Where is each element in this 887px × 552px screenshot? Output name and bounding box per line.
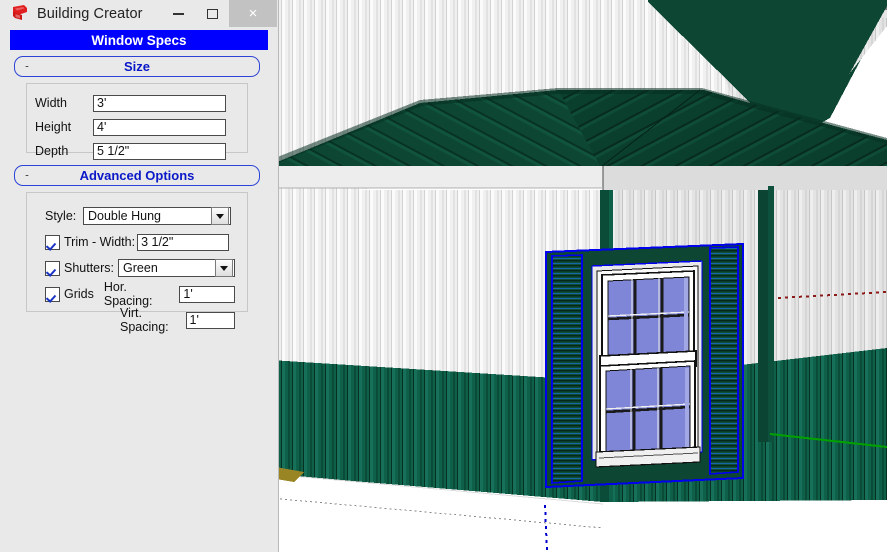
- select-style-value: Double Hung: [88, 209, 161, 223]
- maximize-button[interactable]: [195, 0, 229, 27]
- building-creator-dialog: Building Creator × Window Specs - Size W…: [0, 0, 279, 552]
- size-group: Width 3' Height 4' Depth 5 1/2": [26, 83, 248, 160]
- input-depth[interactable]: 5 1/2": [93, 142, 226, 160]
- select-shutters-value: Green: [123, 261, 158, 275]
- field-row-depth: Depth 5 1/2": [35, 140, 237, 162]
- section-header-advanced[interactable]: - Advanced Options: [14, 165, 260, 186]
- collapse-advanced-button[interactable]: -: [21, 170, 33, 181]
- row-grids-horizontal: Grids Hor. Spacing: 1': [45, 280, 235, 308]
- section-header-size[interactable]: - Size: [14, 56, 260, 77]
- minimize-icon: [172, 12, 184, 15]
- row-grids-vertical: Virt. Spacing: 1': [45, 306, 235, 334]
- section-title-size: Size: [123, 59, 150, 74]
- row-shutters: Shutters: Green: [45, 255, 235, 281]
- label-width: Width: [35, 96, 67, 110]
- label-grids: Grids: [64, 287, 94, 301]
- dialog-title: Building Creator: [37, 6, 143, 22]
- label-depth: Depth: [35, 144, 69, 158]
- label-hor-spacing: Hor. Spacing:: [103, 280, 153, 308]
- row-trim: Trim - Width: 3 1/2": [45, 229, 235, 255]
- chevron-down-icon[interactable]: [211, 207, 229, 225]
- window-assembly: [545, 242, 744, 489]
- field-row-width: Width 3': [35, 92, 237, 114]
- sketchup-logo-icon: [9, 3, 31, 25]
- select-style[interactable]: Double Hung: [83, 207, 231, 225]
- input-width[interactable]: 3': [93, 94, 226, 112]
- chevron-down-icon[interactable]: [215, 259, 233, 277]
- 3d-model-viewport[interactable]: [270, 0, 887, 552]
- label-trim: Trim - Width:: [64, 235, 136, 249]
- label-style: Style:: [45, 209, 77, 223]
- section-title-advanced: Advanced Options: [79, 168, 195, 183]
- maximize-icon: [206, 8, 218, 19]
- input-height[interactable]: 4': [93, 118, 226, 136]
- app-root: Building Creator × Window Specs - Size W…: [0, 0, 887, 552]
- window-specs-header: Window Specs: [10, 30, 268, 50]
- input-trim-width[interactable]: 3 1/2": [137, 233, 230, 251]
- checkbox-grids[interactable]: [45, 286, 60, 302]
- collapse-size-button[interactable]: -: [21, 61, 33, 72]
- advanced-group: Style: Double Hung Trim - Width: 3 1/2" …: [26, 192, 248, 334]
- label-virt-spacing: Virt. Spacing:: [120, 306, 169, 334]
- field-row-height: Height 4': [35, 116, 237, 138]
- window-controls: ×: [161, 0, 277, 27]
- select-shutters[interactable]: Green: [118, 259, 235, 277]
- input-virt-spacing[interactable]: 1': [185, 311, 235, 329]
- label-height: Height: [35, 120, 72, 134]
- input-hor-spacing[interactable]: 1': [179, 285, 235, 303]
- close-button[interactable]: ×: [229, 0, 277, 27]
- checkbox-shutters[interactable]: [45, 260, 60, 276]
- row-style: Style: Double Hung: [45, 203, 235, 229]
- minimize-button[interactable]: [161, 0, 195, 27]
- dialog-titlebar[interactable]: Building Creator ×: [0, 0, 278, 28]
- checkbox-trim[interactable]: [45, 234, 60, 250]
- label-shutters: Shutters:: [64, 261, 115, 275]
